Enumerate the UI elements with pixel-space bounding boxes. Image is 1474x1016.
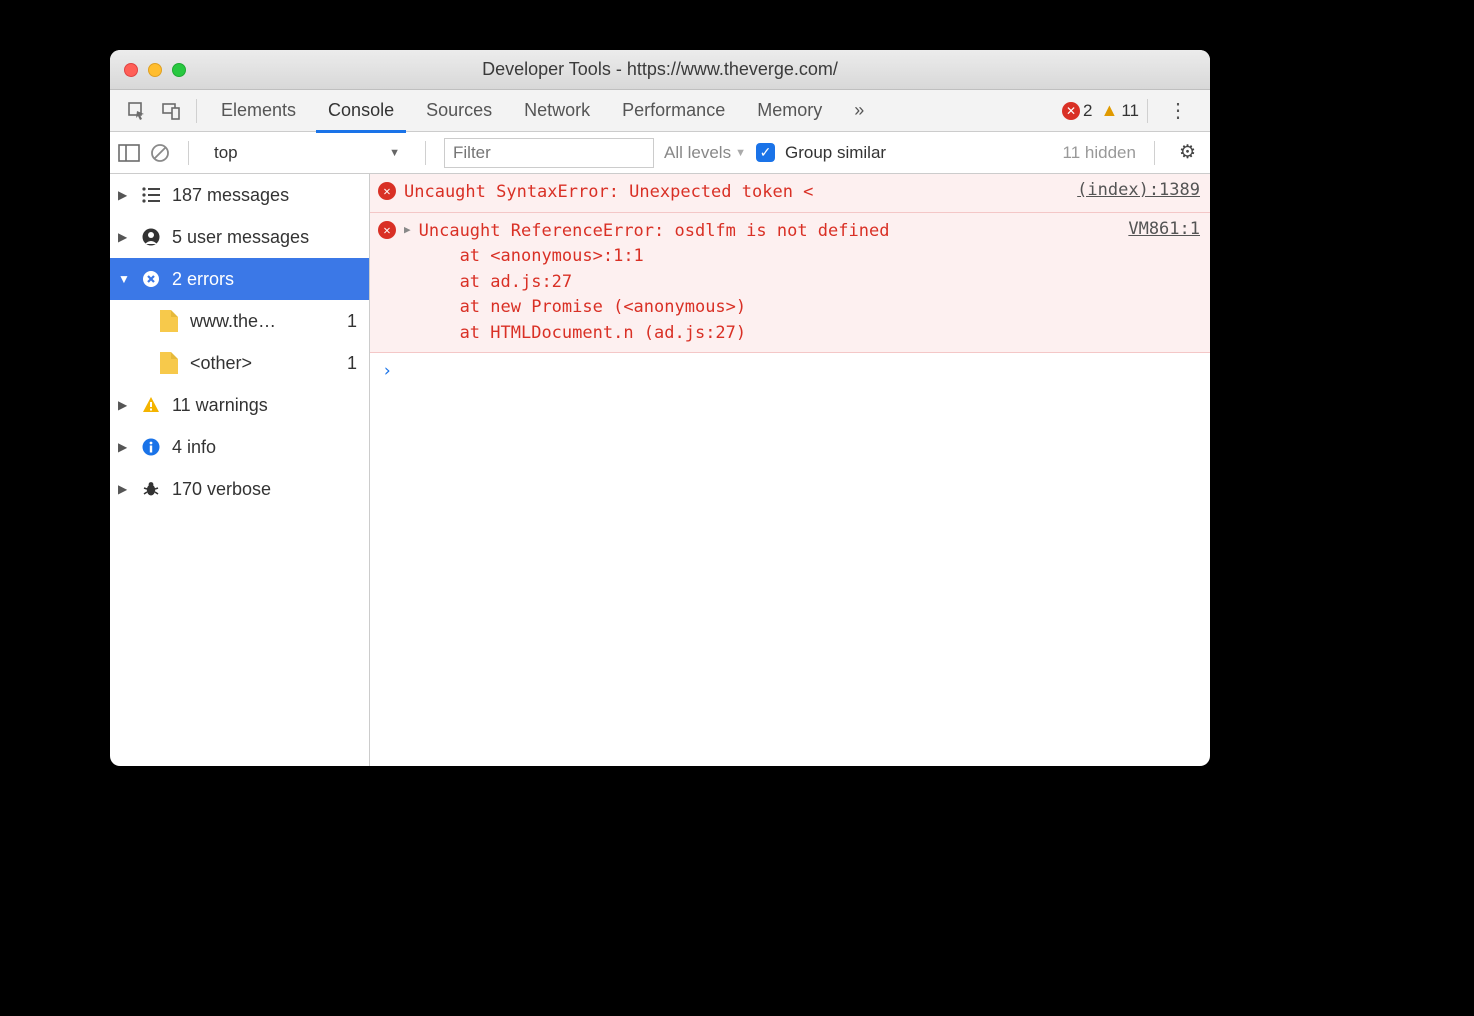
- hidden-count[interactable]: 11 hidden: [1063, 143, 1136, 163]
- divider: [425, 141, 426, 165]
- sidebar-item-error-source[interactable]: <other> 1: [110, 342, 369, 384]
- devtools-window: Developer Tools - https://www.theverge.c…: [110, 50, 1210, 766]
- error-icon: ✕: [378, 221, 396, 239]
- group-similar-label: Group similar: [785, 143, 886, 163]
- list-icon: [140, 187, 162, 203]
- warning-badge-icon: ▲: [1101, 100, 1119, 121]
- file-icon: [158, 310, 180, 332]
- window-title: Developer Tools - https://www.theverge.c…: [110, 59, 1210, 80]
- console-body: ▶ 187 messages ▶ 5 user messages ▼ 2 err…: [110, 174, 1210, 766]
- console-error-message[interactable]: ✕ ▶ Uncaught ReferenceError: osdlfm is n…: [370, 213, 1210, 354]
- caret-icon: ▶: [118, 188, 130, 202]
- error-count[interactable]: 2: [1083, 101, 1092, 121]
- tab-memory[interactable]: Memory: [741, 90, 838, 132]
- warning-count[interactable]: 11: [1121, 101, 1139, 121]
- group-similar-checkbox[interactable]: ✓: [756, 143, 775, 162]
- inspect-element-icon[interactable]: [120, 97, 154, 125]
- divider: [188, 141, 189, 165]
- sidebar-item-label: <other>: [190, 353, 337, 374]
- tabs-overflow-button[interactable]: »: [838, 90, 880, 132]
- sidebar-item-count: 1: [347, 311, 361, 332]
- sidebar-item-label: 2 errors: [172, 269, 361, 290]
- context-label: top: [214, 143, 238, 163]
- sidebar-item-label: www.the…: [190, 311, 337, 332]
- console-sidebar: ▶ 187 messages ▶ 5 user messages ▼ 2 err…: [110, 174, 370, 766]
- message-text: Uncaught SyntaxError: Unexpected token <: [404, 180, 1069, 206]
- dropdown-icon: ▼: [389, 147, 400, 159]
- console-prompt[interactable]: ›: [370, 353, 1210, 389]
- divider: [1147, 99, 1148, 123]
- dropdown-icon: ▼: [735, 147, 746, 159]
- sidebar-item-count: 1: [347, 353, 361, 374]
- sidebar-item-verbose[interactable]: ▶ 170 verbose: [110, 468, 369, 510]
- message-source-link[interactable]: (index):1389: [1077, 180, 1200, 200]
- caret-down-icon: ▼: [118, 272, 130, 286]
- levels-label: All levels: [664, 143, 731, 163]
- close-window-button[interactable]: [124, 63, 138, 77]
- file-icon: [158, 352, 180, 374]
- user-icon: [140, 228, 162, 246]
- divider: [196, 99, 197, 123]
- error-icon: ✕: [378, 182, 396, 200]
- caret-icon: ▶: [118, 230, 130, 244]
- warning-icon: [140, 396, 162, 414]
- more-menu-button[interactable]: ⋮: [1156, 98, 1200, 123]
- sidebar-item-user-messages[interactable]: ▶ 5 user messages: [110, 216, 369, 258]
- sidebar-item-label: 5 user messages: [172, 227, 361, 248]
- panel-tabs: Elements Console Sources Network Perform…: [110, 90, 1210, 132]
- sidebar-item-label: 187 messages: [172, 185, 361, 206]
- context-selector[interactable]: top ▼: [207, 140, 407, 166]
- toggle-sidebar-icon[interactable]: [118, 144, 140, 162]
- tab-console[interactable]: Console: [312, 90, 410, 132]
- tab-sources[interactable]: Sources: [410, 90, 508, 132]
- settings-icon[interactable]: ⚙: [1173, 141, 1202, 164]
- sidebar-item-info[interactable]: ▶ 4 info: [110, 426, 369, 468]
- tab-elements[interactable]: Elements: [205, 90, 312, 132]
- bug-icon: [140, 480, 162, 498]
- zoom-window-button[interactable]: [172, 63, 186, 77]
- titlebar: Developer Tools - https://www.theverge.c…: [110, 50, 1210, 90]
- message-text: Uncaught ReferenceError: osdlfm is not d…: [419, 219, 1121, 347]
- sidebar-item-messages[interactable]: ▶ 187 messages: [110, 174, 369, 216]
- sidebar-item-label: 170 verbose: [172, 479, 361, 500]
- tab-network[interactable]: Network: [508, 90, 606, 132]
- console-error-message[interactable]: ✕ Uncaught SyntaxError: Unexpected token…: [370, 174, 1210, 213]
- message-source-link[interactable]: VM861:1: [1128, 219, 1200, 239]
- device-toggle-icon[interactable]: [154, 97, 188, 125]
- traffic-lights: [110, 63, 186, 77]
- log-levels-selector[interactable]: All levels ▼: [664, 143, 746, 163]
- error-badge-icon: ✕: [1062, 102, 1080, 120]
- tab-performance[interactable]: Performance: [606, 90, 741, 132]
- clear-console-icon[interactable]: [150, 143, 170, 163]
- sidebar-item-label: 11 warnings: [172, 395, 361, 416]
- expand-icon[interactable]: ▶: [404, 223, 411, 236]
- caret-icon: ▶: [118, 482, 130, 496]
- error-icon: [140, 270, 162, 288]
- sidebar-item-error-source[interactable]: www.the… 1: [110, 300, 369, 342]
- info-icon: [140, 438, 162, 456]
- sidebar-item-warnings[interactable]: ▶ 11 warnings: [110, 384, 369, 426]
- filter-input[interactable]: [444, 138, 654, 168]
- minimize-window-button[interactable]: [148, 63, 162, 77]
- console-messages: ✕ Uncaught SyntaxError: Unexpected token…: [370, 174, 1210, 766]
- divider: [1154, 141, 1155, 165]
- caret-icon: ▶: [118, 440, 130, 454]
- console-toolbar: top ▼ All levels ▼ ✓ Group similar 11 hi…: [110, 132, 1210, 174]
- caret-icon: ▶: [118, 398, 130, 412]
- sidebar-item-errors[interactable]: ▼ 2 errors: [110, 258, 369, 300]
- sidebar-item-label: 4 info: [172, 437, 361, 458]
